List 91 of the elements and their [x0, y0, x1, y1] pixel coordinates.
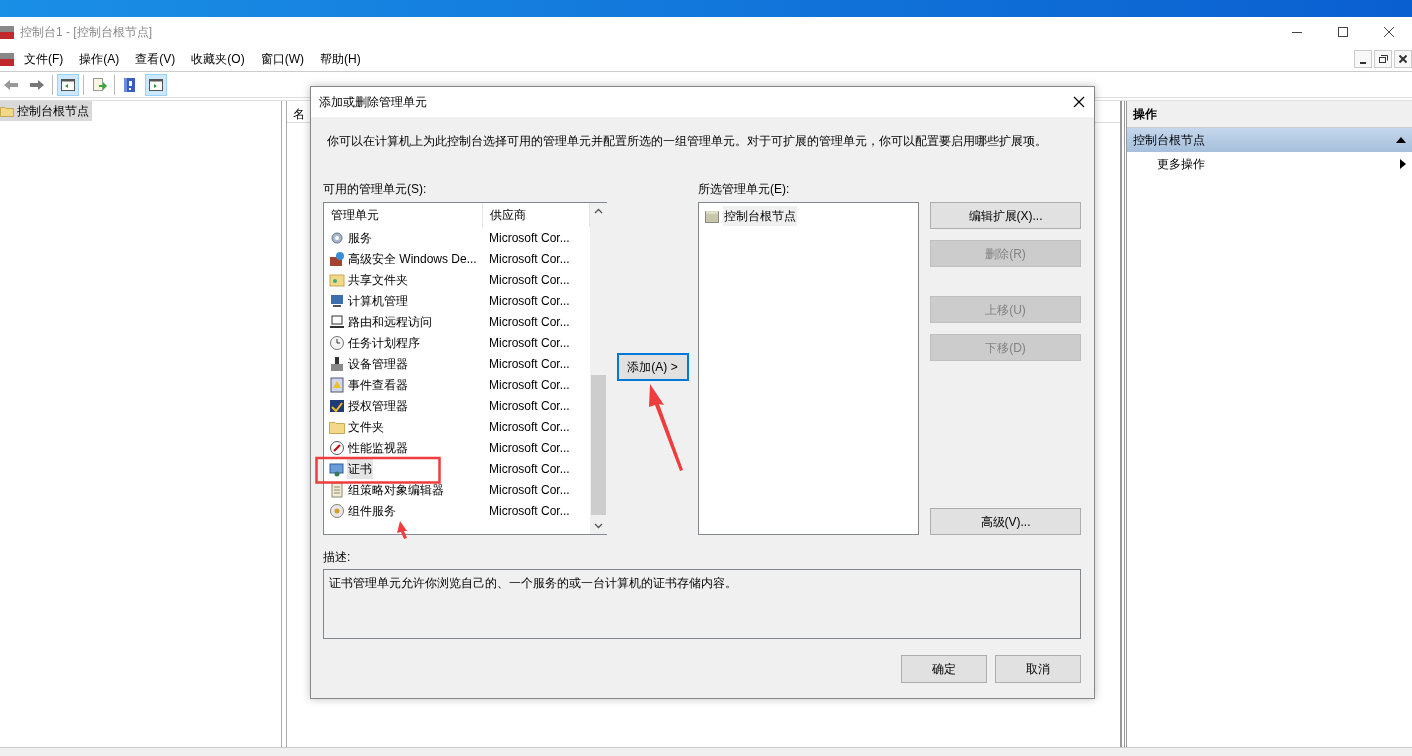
pane-icon	[148, 76, 164, 93]
snapin-name[interactable]: 服务	[347, 227, 373, 248]
vendor-text: Microsoft Cor...	[488, 376, 571, 394]
menu-item[interactable]: 操作(A)	[71, 50, 128, 68]
snapin-icon	[329, 271, 345, 288]
snapin-name[interactable]: 计算机管理	[347, 290, 409, 311]
restore-button[interactable]	[1374, 50, 1392, 68]
vendor-text: Microsoft Cor...	[488, 460, 571, 478]
column-header[interactable]: 管理单元	[324, 203, 483, 227]
collapse-triangle-icon	[1396, 136, 1406, 144]
snapin-icon	[329, 334, 345, 351]
minimize-icon	[1360, 62, 1366, 64]
restore-icon	[1378, 55, 1388, 63]
close-icon	[1384, 27, 1394, 37]
vendor-text: Microsoft Cor...	[488, 355, 571, 373]
snapin-icon	[329, 250, 345, 267]
menu-item[interactable]: 收藏夹(O)	[183, 50, 253, 68]
snapin-name[interactable]: 共享文件夹	[347, 269, 409, 290]
actions-section[interactable]: 控制台根节点	[1127, 128, 1412, 152]
list-label: 可用的管理单元(S):	[323, 181, 428, 198]
pane-icon	[60, 76, 76, 93]
vendor-text: Microsoft Cor...	[488, 502, 571, 520]
snapin-name[interactable]: 性能监视器	[347, 437, 409, 458]
dialog-button[interactable]: 取消	[995, 655, 1081, 683]
description-label: 描述:	[323, 549, 352, 566]
list-label: 所选管理单元(E):	[698, 181, 791, 198]
maximize-icon	[1338, 27, 1348, 37]
vendor-text: Microsoft Cor...	[488, 250, 571, 268]
tree-item[interactable]: 控制台根节点	[0, 101, 92, 121]
minimize-icon	[1292, 31, 1302, 33]
column-header[interactable]: 名	[293, 107, 305, 121]
close-button[interactable]	[1394, 50, 1412, 68]
snapin-name[interactable]: 组策略对象编辑器	[347, 479, 445, 500]
vendor-text: Microsoft Cor...	[488, 481, 571, 499]
dialog-title: 添加或删除管理单元	[319, 94, 427, 111]
close-icon	[1073, 96, 1085, 108]
snapin-icon	[329, 313, 345, 330]
menu-item[interactable]: 帮助(H)	[312, 50, 369, 68]
snapin-icon	[329, 229, 345, 246]
snapin-icon	[329, 292, 345, 309]
snapin-name[interactable]: 高级安全 Windows De...	[347, 248, 478, 269]
vendor-text: Microsoft Cor...	[488, 439, 571, 457]
actions-header: 操作	[1127, 101, 1412, 128]
vendor-text: Microsoft Cor...	[488, 313, 571, 331]
export-list-icon	[91, 76, 107, 93]
description-box: 证书管理单元允许你浏览自己的、一个服务的或一台计算机的证书存储内容。	[323, 569, 1081, 639]
menu-item[interactable]: 查看(V)	[127, 50, 184, 68]
snapin-name[interactable]: 证书	[347, 458, 373, 479]
window-title: 控制台1 - [控制台根节点]	[20, 24, 152, 41]
action-item[interactable]: 更多操作	[1127, 152, 1412, 176]
snapin-name[interactable]: 组件服务	[347, 500, 397, 521]
scrollbar-thumb[interactable]	[591, 375, 606, 515]
snapin-name[interactable]: 事件查看器	[347, 374, 409, 395]
submenu-arrow-icon	[1400, 159, 1406, 169]
dialog-button[interactable]: 高级(V)...	[930, 508, 1081, 535]
menu-item[interactable]: 窗口(W)	[252, 50, 312, 68]
scrollbar[interactable]	[590, 203, 607, 534]
dialog-button[interactable]: 确定	[901, 655, 987, 683]
snapin-icon	[329, 502, 345, 519]
snapin-icon	[329, 460, 345, 477]
vendor-text: Microsoft Cor...	[488, 292, 571, 310]
snapin-icon	[329, 355, 345, 372]
snapin-icon	[329, 397, 345, 414]
instruction-text: 你可以在计算机上为此控制台选择可用的管理单元并配置所选的一组管理单元。对于可扩展的管理单元，你可以配置要启用哪些扩展项。	[326, 133, 1048, 150]
annotation-arrow	[397, 521, 407, 539]
snapin-name[interactable]: 路由和远程访问	[347, 311, 433, 332]
selected-snapin[interactable]: 控制台根节点	[723, 206, 797, 226]
folder-icon	[0, 105, 14, 117]
snapin-icon	[329, 439, 345, 456]
minimize-button[interactable]	[1354, 50, 1372, 68]
vendor-text: Microsoft Cor...	[488, 334, 571, 352]
vendor-text: Microsoft Cor...	[488, 418, 571, 436]
console-icon	[0, 24, 16, 40]
vendor-text: Microsoft Cor...	[488, 397, 571, 415]
vendor-text: Microsoft Cor...	[488, 271, 571, 289]
menu-item[interactable]: 文件(F)	[16, 50, 72, 68]
snapin-name[interactable]: 授权管理器	[347, 395, 409, 416]
snapin-name[interactable]: 任务计划程序	[347, 332, 421, 353]
toolbar-button[interactable]	[145, 73, 167, 96]
add-button[interactable]: 添加(A) >	[616, 353, 689, 381]
dialog-button[interactable]: 编辑扩展(X)...	[930, 202, 1081, 229]
close-icon	[1399, 55, 1407, 63]
toolbar-button[interactable]	[57, 73, 79, 96]
snapin-name[interactable]: 文件夹	[347, 416, 385, 437]
console-icon	[0, 51, 16, 67]
snapin-icon	[329, 376, 345, 393]
snapin-name[interactable]: 设备管理器	[347, 353, 409, 374]
folder-icon	[705, 209, 719, 223]
help-icon	[122, 76, 138, 93]
vendor-text: Microsoft Cor...	[488, 229, 571, 247]
snapin-icon	[329, 481, 345, 498]
